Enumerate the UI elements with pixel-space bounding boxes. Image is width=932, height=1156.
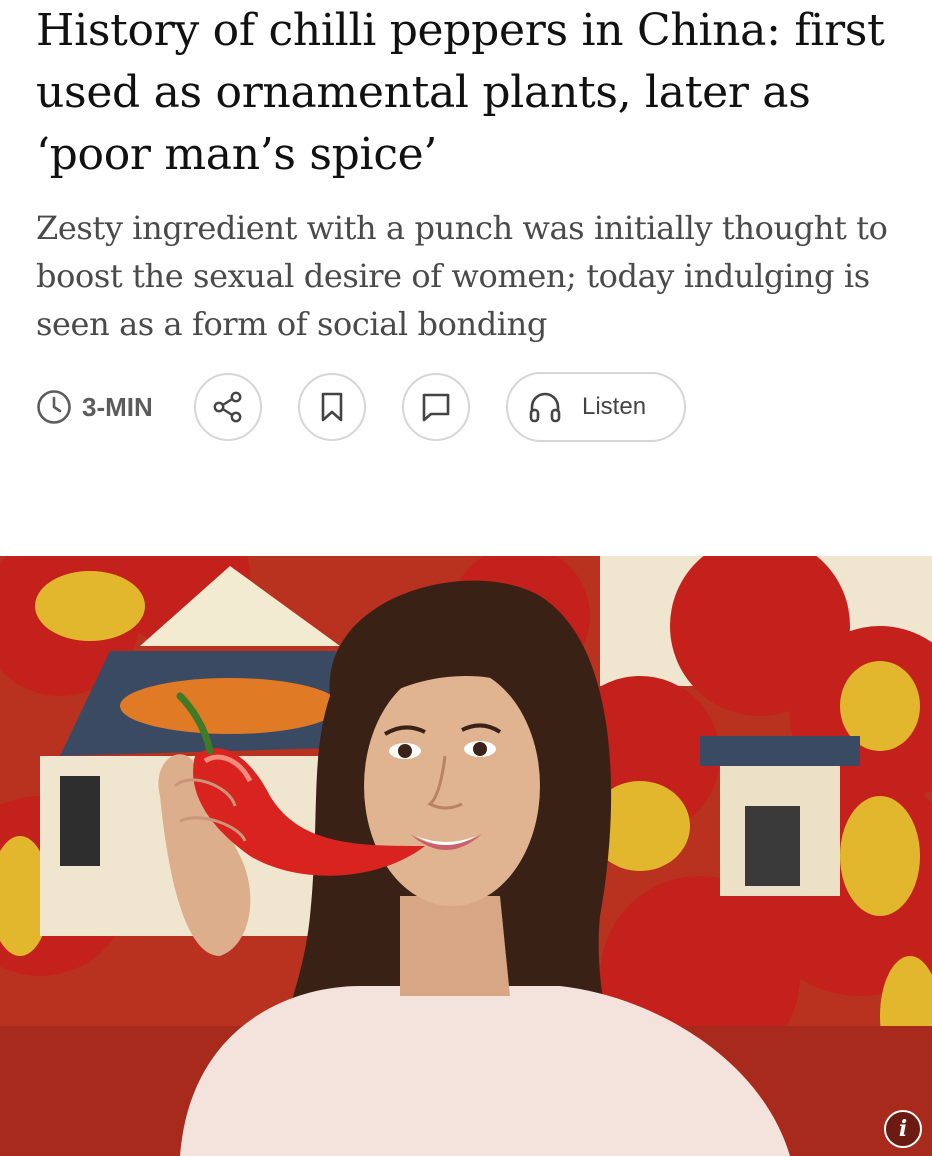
- article-meta-bar: 3-MIN Listen: [36, 371, 896, 443]
- clock-icon: [37, 390, 71, 424]
- article-headline: History of chilli peppers in China: firs…: [36, 5, 885, 180]
- read-time: 3-MIN: [36, 389, 153, 425]
- image-info-button[interactable]: i: [884, 1110, 922, 1148]
- read-time-label: 3-MIN: [82, 391, 153, 422]
- listen-label: Listen: [582, 393, 647, 420]
- listen-button[interactable]: Listen: [506, 372, 686, 442]
- comment-button[interactable]: [402, 373, 470, 441]
- share-button[interactable]: [194, 373, 262, 441]
- hero-image: i: [0, 556, 932, 1156]
- hero-illustration: [0, 556, 932, 1156]
- bookmark-icon: [321, 392, 343, 422]
- article-standfirst: Zesty ingredient with a punch was initia…: [36, 209, 888, 343]
- headphones-icon: [529, 392, 561, 423]
- share-icon: [213, 391, 242, 423]
- bookmark-button[interactable]: [298, 373, 366, 441]
- comment-icon: [422, 393, 450, 422]
